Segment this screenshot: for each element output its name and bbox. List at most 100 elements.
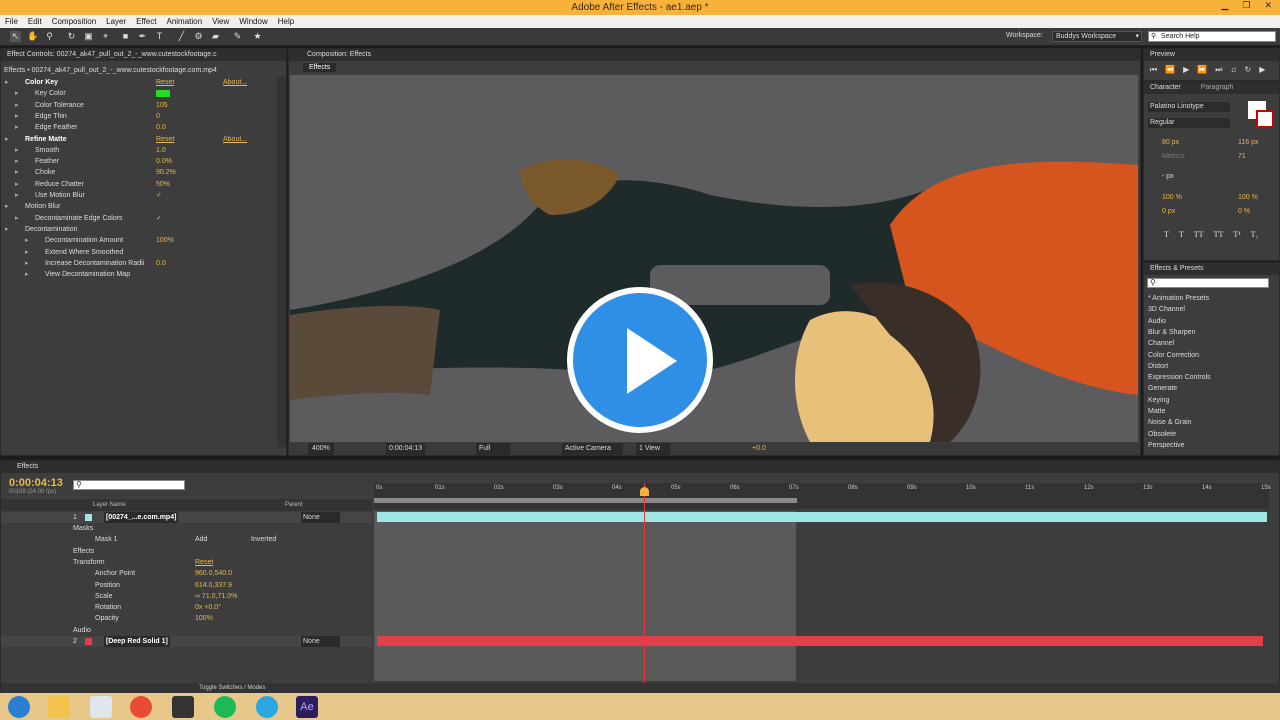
key-color-swatch[interactable]	[156, 90, 170, 98]
superscript-icon[interactable]: T¹	[1233, 230, 1240, 239]
zoom-dropdown[interactable]: 400%	[308, 443, 334, 455]
effects-preset-item[interactable]: * Animation Presets	[1148, 293, 1209, 304]
expand-arrow-icon[interactable]: ▸	[15, 213, 19, 224]
effect-value[interactable]: Reset	[156, 77, 174, 88]
effect-controls-scrollbar[interactable]	[277, 77, 286, 447]
chrome-icon[interactable]	[130, 696, 152, 718]
effect-value[interactable]: Reset	[156, 134, 174, 145]
faux-bold-icon[interactable]: T	[1164, 230, 1169, 239]
file-explorer-icon[interactable]	[48, 696, 70, 718]
pen-tool-icon[interactable]: ✒	[137, 31, 148, 42]
work-area-bar[interactable]	[374, 498, 797, 503]
menu-edit[interactable]: Edit	[28, 15, 42, 28]
expand-arrow-icon[interactable]: ▸	[15, 111, 19, 122]
composition-subtab[interactable]: Effects	[303, 63, 337, 72]
toggle-switches-modes[interactable]: Toggle Switches / Modes	[199, 683, 265, 693]
last-frame-icon[interactable]: ⏭	[1215, 65, 1222, 75]
current-time-indicator[interactable]	[644, 483, 645, 683]
effect-value[interactable]: 105	[156, 100, 168, 111]
effect-value[interactable]: 1.0	[156, 145, 166, 156]
vertical-scale-value[interactable]: 100 %	[1162, 192, 1182, 203]
views-dropdown[interactable]: 1 View	[636, 443, 670, 455]
layer-label-color[interactable]	[85, 638, 92, 645]
timeline-timecode[interactable]: 0:00:04:13	[9, 477, 63, 489]
about-link[interactable]: About...	[223, 134, 247, 145]
menu-view[interactable]: View	[212, 15, 229, 28]
property-value[interactable]: Add	[195, 534, 207, 545]
loop-icon[interactable]: ↻	[1245, 65, 1252, 75]
effect-value[interactable]: 0.0	[156, 122, 166, 133]
faux-italic-icon[interactable]: T	[1179, 230, 1184, 239]
clone-tool-icon[interactable]: ⚙	[193, 31, 204, 42]
restore-button[interactable]: ❐	[1242, 0, 1250, 11]
effects-preset-item[interactable]: Obsolete	[1148, 429, 1176, 440]
effects-search-input[interactable]: ⚲	[1147, 278, 1269, 288]
ram-preview-icon[interactable]: ▶	[1259, 65, 1265, 75]
effect-value[interactable]: 0.0	[156, 258, 166, 269]
effect-controls-tab[interactable]: Effect Controls: 00274_ak47_pull_out_2_-…	[1, 49, 286, 61]
effects-preset-item[interactable]: Generate	[1148, 383, 1177, 394]
parent-dropdown[interactable]: None	[301, 636, 340, 647]
after-effects-icon[interactable]: Ae	[296, 696, 318, 718]
minimize-button[interactable]: ▁	[1221, 0, 1228, 11]
timeline-tab[interactable]: Effects	[1, 461, 1279, 473]
timeline-search-input[interactable]: ⚲	[73, 480, 185, 490]
expand-arrow-icon[interactable]: ▸	[25, 235, 29, 246]
property-value[interactable]: 0x +0.0°	[195, 602, 221, 613]
layer1-track[interactable]	[377, 512, 1267, 522]
play-button[interactable]	[567, 287, 713, 433]
layer-row[interactable]: 2 [Deep Red Solid 1] None	[1, 636, 372, 647]
layer-row[interactable]: 1 [00274_...e.com.mp4] None	[1, 512, 372, 523]
all-caps-icon[interactable]: TT	[1194, 230, 1204, 239]
puppet-tool-icon[interactable]: ★	[252, 31, 263, 42]
parent-dropdown[interactable]: None	[301, 512, 340, 523]
time-ruler[interactable]: 0s 01s 02s 03s 04s 05s 06s 07s 08s 09s 10s 11s 12s 13…	[374, 483, 1271, 509]
effect-value[interactable]: 100%	[156, 235, 174, 246]
app2-icon[interactable]	[380, 696, 402, 718]
pan-behind-tool-icon[interactable]: ⌖	[100, 31, 111, 42]
expand-arrow-icon[interactable]: ▸	[5, 201, 9, 212]
preview-tab[interactable]: Preview	[1144, 49, 1279, 61]
audio-icon[interactable]: ♫	[1231, 65, 1237, 75]
layer-name[interactable]: [00274_...e.com.mp4]	[104, 512, 179, 523]
property-extra[interactable]: Inverted	[251, 534, 276, 545]
effects-presets-tab[interactable]: Effects & Presets	[1144, 263, 1279, 275]
property-value[interactable]: 614.0,337.9	[195, 580, 232, 591]
zoom-tool-icon[interactable]: ⚲	[44, 31, 55, 42]
play-icon[interactable]: ▶	[1183, 65, 1189, 75]
brush-tool-icon[interactable]: ╱	[176, 31, 187, 42]
workspace-dropdown[interactable]: Buddys Workspace ▾	[1052, 31, 1142, 42]
effect-value[interactable]: 50%	[156, 179, 170, 190]
expand-arrow-icon[interactable]: ▸	[15, 179, 19, 190]
rotate-tool-icon[interactable]: ↻	[66, 31, 77, 42]
effects-preset-item[interactable]: Color Correction	[1148, 350, 1199, 361]
close-button[interactable]: ✕	[1264, 0, 1272, 11]
camera-tool-icon[interactable]: ▣	[83, 31, 94, 42]
effect-value[interactable]: 0	[156, 111, 160, 122]
effect-value[interactable]: 90.2%	[156, 167, 176, 178]
menu-window[interactable]: Window	[239, 15, 267, 28]
effects-preset-item[interactable]: Channel	[1148, 338, 1174, 349]
layer2-track[interactable]	[377, 636, 1263, 646]
menu-composition[interactable]: Composition	[52, 15, 96, 28]
next-frame-icon[interactable]: ⏩	[1197, 65, 1207, 75]
documents-icon[interactable]	[90, 696, 112, 718]
tracking-value[interactable]: 71	[1238, 151, 1246, 162]
menu-layer[interactable]: Layer	[106, 15, 126, 28]
expand-arrow-icon[interactable]: ▸	[5, 224, 9, 235]
start-button[interactable]	[8, 696, 30, 718]
hand-tool-icon[interactable]: ✋	[27, 31, 38, 42]
kerning-value[interactable]: Metrics	[1162, 151, 1185, 162]
expand-arrow-icon[interactable]: ▸	[15, 167, 19, 178]
stroke-width-value[interactable]: - px	[1162, 171, 1174, 182]
effects-preset-item[interactable]: Distort	[1148, 361, 1168, 372]
search-help-input[interactable]: ⚲ Search Help	[1148, 31, 1276, 42]
expand-arrow-icon[interactable]: ▸	[15, 100, 19, 111]
expand-arrow-icon[interactable]: ▸	[15, 122, 19, 133]
character-tab[interactable]: Character	[1150, 84, 1181, 91]
eraser-tool-icon[interactable]: ▰	[210, 31, 221, 42]
menu-animation[interactable]: Animation	[166, 15, 202, 28]
effects-preset-item[interactable]: Keying	[1148, 395, 1169, 406]
effects-preset-item[interactable]: Noise & Grain	[1148, 417, 1192, 428]
spotify-icon[interactable]	[214, 696, 236, 718]
